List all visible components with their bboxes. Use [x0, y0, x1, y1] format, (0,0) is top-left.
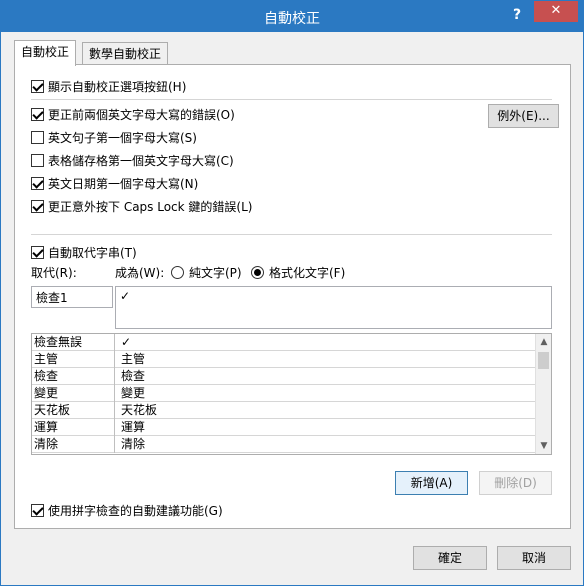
entry-with-cell: 檢查 — [121, 369, 146, 383]
scroll-down-icon[interactable]: ▼ — [536, 438, 551, 454]
spelling-suggestions-option[interactable]: 使用拼字檢查的自動建議功能(G) — [31, 501, 223, 519]
entry-replace-cell: 主管 — [32, 351, 115, 368]
replace-text-checkbox[interactable] — [31, 245, 44, 259]
sentence-caps-label: 英文句子第一個字母大寫(S) — [48, 130, 197, 145]
sentence-caps-option[interactable]: 英文句子第一個字母大寫(S) — [31, 128, 197, 146]
with-label: 成為(W): — [115, 265, 165, 280]
entry-with-cell: 變更 — [121, 386, 146, 400]
plain-text-label: 純文字(P) — [189, 265, 242, 280]
table-row[interactable]: 天花板 天花板 — [32, 402, 536, 419]
close-button[interactable]: ✕ — [534, 1, 578, 22]
entry-with-cell: ✓ — [121, 335, 132, 349]
formatted-text-label: 格式化文字(F) — [269, 265, 346, 280]
add-button[interactable]: 新增(A) — [395, 471, 468, 495]
divider — [31, 99, 552, 100]
show-buttons-label: 顯示自動校正選項按鈕(H) — [48, 79, 187, 94]
entry-replace-cell: 清除 — [32, 436, 115, 453]
entry-with-cell: 清除 — [121, 437, 146, 451]
divider — [31, 234, 552, 235]
caps-lock-option[interactable]: 更正意外按下 Caps Lock 鍵的錯誤(L) — [31, 197, 252, 215]
table-row[interactable]: 清除 清除 — [32, 436, 536, 453]
delete-button[interactable]: 刪除(D) — [479, 471, 552, 495]
plain-text-radio[interactable] — [171, 265, 184, 279]
plain-text-option[interactable]: 純文字(P) — [171, 263, 242, 281]
spelling-suggestions-checkbox[interactable] — [31, 503, 44, 517]
tab-autocorrect[interactable]: 自動校正 — [14, 40, 77, 66]
autocorrect-dialog: 自動校正 ? ✕ 自動校正 數學自動校正 顯示自動校正選項按鈕(H) 更正前兩個… — [0, 0, 584, 586]
entry-replace-cell: 檢查 — [32, 368, 115, 385]
replace-text-option[interactable]: 自動取代字串(T) — [31, 243, 137, 261]
replace-input[interactable]: 檢查1 — [31, 286, 113, 308]
entry-replace-cell: 天花板 — [32, 402, 115, 419]
entry-with-cell: 主管 — [121, 352, 146, 366]
autocorrect-entries-list[interactable]: 檢查無誤 ✓ 主管 主管 檢查 檢查 變更 變更 天花板 天花板 運算 運算 清… — [31, 333, 552, 455]
list-scrollbar[interactable]: ▲ ▼ — [535, 334, 551, 454]
table-cell-caps-option[interactable]: 表格儲存格第一個英文字母大寫(C) — [31, 151, 234, 169]
scroll-up-icon[interactable]: ▲ — [536, 334, 551, 350]
caps-lock-label: 更正意外按下 Caps Lock 鍵的錯誤(L) — [48, 199, 253, 214]
entry-replace-cell: 檢查無誤 — [32, 334, 115, 351]
entry-with-cell: 天花板 — [121, 403, 158, 417]
replace-label: 取代(R): — [31, 265, 77, 280]
help-button[interactable]: ? — [506, 4, 528, 26]
with-input[interactable]: ✓ — [115, 286, 552, 329]
sentence-caps-checkbox[interactable] — [31, 130, 44, 144]
formatted-text-radio[interactable] — [251, 265, 264, 279]
day-names-caps-checkbox[interactable] — [31, 176, 44, 190]
entry-replace-cell: 變更 — [32, 385, 115, 402]
table-row[interactable]: 運算 運算 — [32, 419, 536, 436]
entry-with-cell: 運算 — [121, 420, 146, 434]
exceptions-button[interactable]: 例外(E)... — [488, 104, 559, 128]
show-buttons-option[interactable]: 顯示自動校正選項按鈕(H) — [31, 77, 186, 95]
tab-math-autocorrect[interactable]: 數學自動校正 — [82, 42, 169, 66]
day-names-caps-option[interactable]: 英文日期第一個字母大寫(N) — [31, 174, 198, 192]
replace-text-label: 自動取代字串(T) — [48, 245, 137, 260]
dialog-title: 自動校正 — [264, 11, 320, 27]
table-row[interactable]: 主管 主管 — [32, 351, 536, 368]
title-bar: 自動校正 ? ✕ — [1, 1, 583, 32]
table-row[interactable]: 檢查 檢查 — [32, 368, 536, 385]
two-initial-caps-label: 更正前兩個英文字母大寫的錯誤(O) — [48, 107, 235, 122]
table-row[interactable]: 檢查無誤 ✓ — [32, 334, 536, 351]
caps-lock-checkbox[interactable] — [31, 199, 44, 213]
table-cell-caps-label: 表格儲存格第一個英文字母大寫(C) — [48, 153, 234, 168]
spelling-suggestions-label: 使用拼字檢查的自動建議功能(G) — [48, 503, 223, 518]
show-buttons-checkbox[interactable] — [31, 79, 44, 93]
table-row[interactable]: 變更 變更 — [32, 385, 536, 402]
table-cell-caps-checkbox[interactable] — [31, 153, 44, 167]
two-initial-caps-checkbox[interactable] — [31, 107, 44, 121]
ok-button[interactable]: 確定 — [413, 546, 487, 570]
cancel-button[interactable]: 取消 — [497, 546, 571, 570]
scroll-thumb[interactable] — [538, 352, 549, 369]
formatted-text-option[interactable]: 格式化文字(F) — [251, 263, 345, 281]
day-names-caps-label: 英文日期第一個字母大寫(N) — [48, 176, 199, 191]
two-initial-caps-option[interactable]: 更正前兩個英文字母大寫的錯誤(O) — [31, 105, 235, 123]
entry-replace-cell: 運算 — [32, 419, 115, 436]
